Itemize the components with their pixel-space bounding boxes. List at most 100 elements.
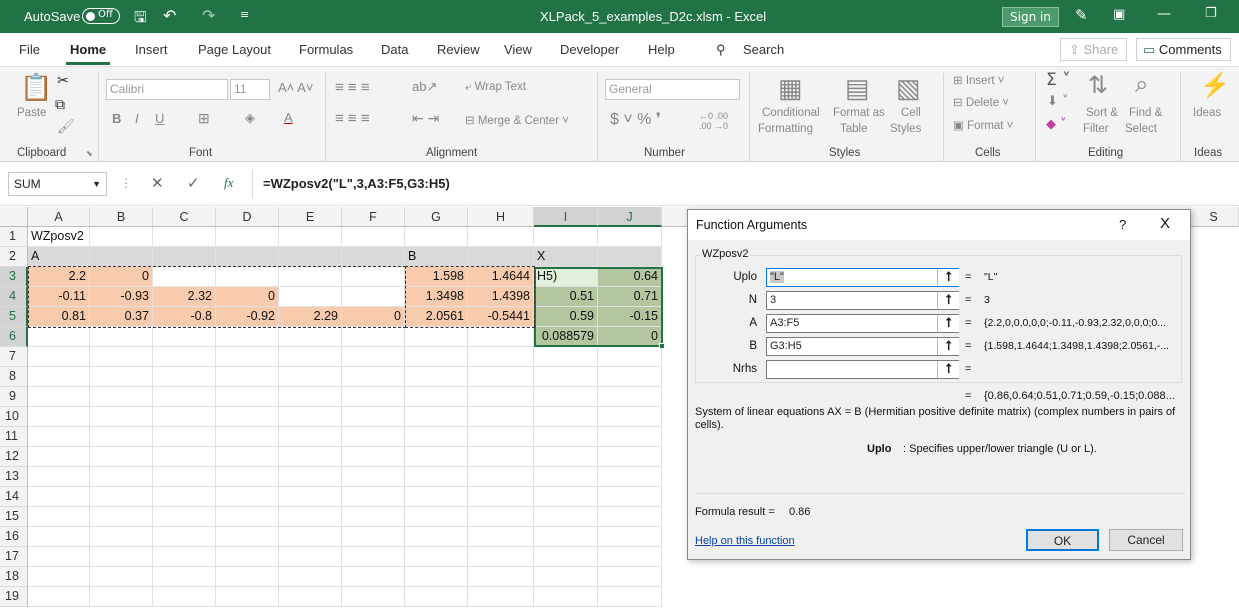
cell-e18[interactable]	[279, 567, 342, 587]
cell-i1[interactable]	[534, 227, 598, 247]
cell-f2[interactable]	[342, 247, 405, 267]
cell-g12[interactable]	[405, 447, 468, 467]
cell-i2[interactable]: X	[534, 247, 598, 267]
grow-font-icon[interactable]: A˄ A˅	[278, 80, 313, 95]
copy-icon[interactable]: ⧉	[55, 97, 65, 113]
cell-d16[interactable]	[216, 527, 279, 547]
clear-icon[interactable]: ◆ ˅	[1046, 117, 1067, 132]
cell-h13[interactable]	[468, 467, 534, 487]
row-header-2[interactable]: 2	[0, 247, 28, 267]
row-header-17[interactable]: 17	[0, 547, 28, 567]
cell-d17[interactable]	[216, 547, 279, 567]
cell-h1[interactable]	[468, 227, 534, 247]
cell-e10[interactable]	[279, 407, 342, 427]
comments-button[interactable]: ▭ Comments	[1136, 38, 1231, 61]
cell-b19[interactable]	[90, 587, 153, 607]
cell-i11[interactable]	[534, 427, 598, 447]
cell-i15[interactable]	[534, 507, 598, 527]
cell-h12[interactable]	[468, 447, 534, 467]
cell-i9[interactable]	[534, 387, 598, 407]
cell-e1[interactable]	[279, 227, 342, 247]
cell-a7[interactable]	[28, 347, 90, 367]
arg-input-n[interactable]: 3 ⭡	[766, 291, 959, 310]
cell-d2[interactable]	[216, 247, 279, 267]
cell-f6[interactable]	[342, 327, 405, 347]
row-header-3[interactable]: 3	[0, 267, 28, 287]
cell-a15[interactable]	[28, 507, 90, 527]
cell-h7[interactable]	[468, 347, 534, 367]
cell-e16[interactable]	[279, 527, 342, 547]
cell-g2[interactable]: B	[405, 247, 468, 267]
fill-handle[interactable]	[659, 343, 665, 349]
cell-f10[interactable]	[342, 407, 405, 427]
cell-f17[interactable]	[342, 547, 405, 567]
cell-g16[interactable]	[405, 527, 468, 547]
cell-a2[interactable]: A	[28, 247, 90, 267]
cell-e12[interactable]	[279, 447, 342, 467]
cell-g18[interactable]	[405, 567, 468, 587]
cell-j9[interactable]	[598, 387, 662, 407]
row-header-9[interactable]: 9	[0, 387, 28, 407]
cell-j11[interactable]	[598, 427, 662, 447]
launcher-icon[interactable]: ⬊	[86, 149, 93, 158]
cell-b11[interactable]	[90, 427, 153, 447]
save-icon[interactable]: 🖫	[134, 7, 147, 32]
row-header-4[interactable]: 4	[0, 287, 28, 307]
cell-f7[interactable]	[342, 347, 405, 367]
cell-d18[interactable]	[216, 567, 279, 587]
cell-c7[interactable]	[153, 347, 216, 367]
cell-j2[interactable]	[598, 247, 662, 267]
cell-g8[interactable]	[405, 367, 468, 387]
cell-f12[interactable]	[342, 447, 405, 467]
ribbon-display-icon[interactable]: ▣	[1113, 7, 1125, 22]
cell-g6[interactable]	[405, 327, 468, 347]
cell-h17[interactable]	[468, 547, 534, 567]
column-header-e[interactable]: E	[279, 207, 342, 227]
cut-icon[interactable]: ✂	[57, 73, 69, 89]
cell-g15[interactable]	[405, 507, 468, 527]
cell-h14[interactable]	[468, 487, 534, 507]
borders-icon[interactable]: ⊞	[198, 110, 210, 127]
tab-help[interactable]: Help	[648, 42, 675, 57]
cell-e2[interactable]	[279, 247, 342, 267]
cell-styles-icon[interactable]: ▧	[896, 73, 921, 104]
column-header-a[interactable]: A	[28, 207, 90, 227]
cell-h6[interactable]	[468, 327, 534, 347]
cell-a18[interactable]	[28, 567, 90, 587]
cell-h11[interactable]	[468, 427, 534, 447]
cell-e13[interactable]	[279, 467, 342, 487]
cell-d7[interactable]	[216, 347, 279, 367]
cell-f11[interactable]	[342, 427, 405, 447]
cell-g17[interactable]	[405, 547, 468, 567]
cell-a14[interactable]	[28, 487, 90, 507]
cell-b9[interactable]	[90, 387, 153, 407]
cell-b16[interactable]	[90, 527, 153, 547]
cell-i19[interactable]	[534, 587, 598, 607]
cell-f16[interactable]	[342, 527, 405, 547]
restore-icon[interactable]: ❐	[1205, 6, 1217, 21]
row-header-15[interactable]: 15	[0, 507, 28, 527]
row-header-7[interactable]: 7	[0, 347, 28, 367]
cell-d13[interactable]	[216, 467, 279, 487]
cell-h8[interactable]	[468, 367, 534, 387]
cell-d10[interactable]	[216, 407, 279, 427]
cell-d6[interactable]	[216, 327, 279, 347]
cell-f14[interactable]	[342, 487, 405, 507]
cell-h9[interactable]	[468, 387, 534, 407]
cell-a17[interactable]	[28, 547, 90, 567]
help-icon[interactable]: ?	[1119, 217, 1126, 232]
orientation-icon[interactable]: ab↗	[412, 79, 437, 95]
arg-input-uplo[interactable]: "L" ⭡	[766, 268, 959, 287]
cell-b6[interactable]	[90, 327, 153, 347]
font-name-select[interactable]: Calibri	[106, 79, 228, 100]
cell-j13[interactable]	[598, 467, 662, 487]
conditional-formatting-label1[interactable]: Conditional	[762, 107, 820, 119]
minimize-icon[interactable]: —	[1157, 6, 1171, 22]
cell-f8[interactable]	[342, 367, 405, 387]
align-left-icon[interactable]: ≡ ≡ ≡	[335, 110, 370, 127]
sort-filter-label1[interactable]: Sort &	[1086, 107, 1118, 119]
cell-h18[interactable]	[468, 567, 534, 587]
sort-filter-label2[interactable]: Filter	[1083, 123, 1109, 135]
cell-b1[interactable]	[90, 227, 153, 247]
row-header-5[interactable]: 5	[0, 307, 28, 327]
